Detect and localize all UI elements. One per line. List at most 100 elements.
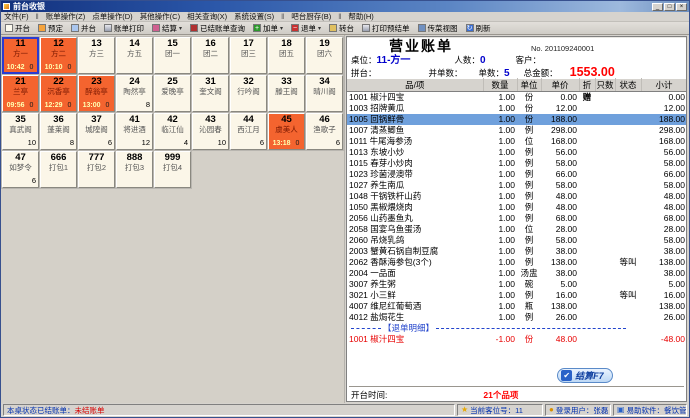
bill-item-row[interactable]: 1011 牛尾海参汤1.00位168.00168.00 <box>347 136 687 147</box>
table-button-24[interactable]: 24陶然亭8 <box>116 75 153 112</box>
item-unit: 例 <box>517 158 541 169</box>
table-button-43[interactable]: 43沁园春10 <box>192 113 229 150</box>
preprint-bill-button[interactable]: 打印预结单 <box>361 23 411 34</box>
table-button-14[interactable]: 14方五 <box>116 37 153 74</box>
merge-table-button[interactable]: 并台 <box>70 23 97 34</box>
settled-bills-query-button[interactable]: 已结账单查询 <box>189 23 246 34</box>
bill-item-row[interactable]: 3021 小三鲜1.00例16.00等叫16.00 <box>347 290 687 301</box>
bill-item-row[interactable]: 1007 清蒸鲫鱼1.00例298.00298.00 <box>347 125 687 136</box>
bill-item-row[interactable]: 1005 回锅鲜骨1.00份188.00188.00 <box>347 114 687 125</box>
item-price: 38.00 <box>541 268 579 279</box>
table-button-35[interactable]: 35真武阁10 <box>2 113 39 150</box>
item-qty: -1.00 <box>483 334 517 345</box>
add-order-button[interactable]: +加单▾ <box>252 23 284 34</box>
menu-item[interactable]: 文件(F) <box>4 11 29 22</box>
table-button-22[interactable]: 22沉香亭12:290 <box>40 75 77 112</box>
table-button-31[interactable]: 31奎文阁 <box>192 75 229 112</box>
refresh-button[interactable]: ↻刷新 <box>465 23 492 34</box>
table-button-18[interactable]: 18团五 <box>268 37 305 74</box>
bill-title: 营业账单 <box>389 39 453 54</box>
item-subtotal: 58.00 <box>641 158 687 169</box>
table-button-33[interactable]: 33滕王阁 <box>268 75 305 112</box>
table-button-46[interactable]: 46渔歌子6 <box>306 113 343 150</box>
bill-item-row[interactable]: 2003 蟹黄石锅自制豆腐1.00例38.0038.00 <box>347 246 687 257</box>
bill-item-row[interactable]: 1001 椒汁四宝-1.00份48.00-48.00 <box>347 334 687 345</box>
table-button-44[interactable]: 44西江月6 <box>230 113 267 150</box>
serve-view-button[interactable]: 传菜视图 <box>417 23 459 34</box>
item-status <box>615 268 641 279</box>
table-button-13[interactable]: 13方三 <box>78 37 115 74</box>
print-bill-button[interactable]: 账单打印 <box>103 23 145 34</box>
menu-item[interactable]: 系统设置(S) <box>234 11 274 22</box>
minimize-button-icon[interactable]: _ <box>652 3 663 11</box>
item-gift-flag <box>579 169 595 180</box>
item-price: 298.00 <box>541 125 579 136</box>
reserve-button[interactable]: 预定 <box>37 23 64 34</box>
table-button-21[interactable]: 21兰亭09:560 <box>2 75 39 112</box>
bill-item-row[interactable]: 3007 养生粥1.00碗5.005.00 <box>347 279 687 290</box>
menu-separator: ‖ <box>36 12 39 21</box>
bill-item-row[interactable]: 4007 维尼红葡萄酒1.00瓶138.00138.00 <box>347 301 687 312</box>
table-name: 打包2 <box>80 163 113 172</box>
item-price: 168.00 <box>541 136 579 147</box>
bill-info-row-2: 拼台： 并单数： 单数： 5 总金额： 1553.00 <box>347 66 686 78</box>
user-icon: ● <box>549 406 554 414</box>
menu-item[interactable]: 其他操作(C) <box>140 11 180 22</box>
return-order-button[interactable]: −退单▾ <box>290 23 322 34</box>
bill-item-row[interactable]: 1013 东坡小炒1.00例56.0056.00 <box>347 147 687 158</box>
menu-item[interactable]: 吧台厨存(B) <box>291 11 331 22</box>
menu-item[interactable]: 点单操作(D) <box>92 11 132 22</box>
table-number: 31 <box>194 77 227 87</box>
table-button-888[interactable]: 888打包3 <box>116 151 153 188</box>
menu-item[interactable]: 帮助(H) <box>348 11 373 22</box>
table-button-12[interactable]: 12方二10:100 <box>40 37 77 74</box>
table-button-777[interactable]: 777打包2 <box>78 151 115 188</box>
table-button-999[interactable]: 999打包4 <box>154 151 191 188</box>
bill-item-row[interactable]: 1048 干锅铁杆山药1.00例48.0048.00 <box>347 191 687 202</box>
table-button-666[interactable]: 666打包1 <box>40 151 77 188</box>
bill-item-row[interactable]: 1003 招牌黄瓜1.00份12.0012.00 <box>347 103 687 114</box>
item-count: 21个品项 <box>483 389 518 401</box>
bill-item-row[interactable]: 2004 一品面1.00汤盅38.0038.00 <box>347 268 687 279</box>
bill-item-row[interactable]: 2056 山药墨鱼丸1.00例68.0068.00 <box>347 213 687 224</box>
settle-menu-button[interactable]: 结算▾ <box>151 23 183 34</box>
bill-item-row[interactable]: 4012 盐焗花生1.00例26.0026.00 <box>347 312 687 323</box>
bill-item-row[interactable]: 2062 香酥海参包(3个)1.00例138.00等叫138.00 <box>347 257 687 268</box>
table-button-42[interactable]: 42临江仙4 <box>154 113 191 150</box>
table-button-11[interactable]: 11方一10:420 <box>2 37 39 74</box>
item-qty: 1.00 <box>483 114 517 125</box>
table-button-17[interactable]: 17团三 <box>230 37 267 74</box>
item-unit: 例 <box>517 312 541 323</box>
transfer-table-button[interactable]: 转台 <box>328 23 355 34</box>
bill-item-row[interactable]: 1015 春芽小炒肉1.00例58.0058.00 <box>347 158 687 169</box>
bill-item-row[interactable]: 1050 黑椒煨烧肉1.00例48.0048.00 <box>347 202 687 213</box>
table-button-36[interactable]: 36蓬莱阁8 <box>40 113 77 150</box>
table-button-15[interactable]: 15团一 <box>154 37 191 74</box>
close-button-icon[interactable]: × <box>676 3 687 11</box>
item-status: 等叫 <box>615 290 641 301</box>
open-table-button[interactable]: 开台 <box>4 23 31 34</box>
table-button-47[interactable]: 47如梦令6 <box>2 151 39 188</box>
maximize-button-icon[interactable]: □ <box>664 3 675 11</box>
bill-item-row[interactable]: 1023 珍菌浸澳带1.00例66.0066.00 <box>347 169 687 180</box>
bill-item-row[interactable]: 2058 国宴乌鱼蛋汤1.00位28.0028.00 <box>347 224 687 235</box>
table-button-41[interactable]: 41将进酒12 <box>116 113 153 150</box>
menu-item[interactable]: 账单操作(Z) <box>46 11 86 22</box>
menu-item[interactable]: 相关查询(X) <box>187 11 227 22</box>
bill-item-row[interactable]: 2060 吊烧乳鸽1.00例58.0058.00 <box>347 235 687 246</box>
table-button-37[interactable]: 37城隍阁6 <box>78 113 115 150</box>
bill-item-row[interactable]: 1027 养生南瓜1.00例58.0058.00 <box>347 180 687 191</box>
table-name: 城隍阁 <box>80 125 113 134</box>
table-button-34[interactable]: 34晴川阁 <box>306 75 343 112</box>
table-button-23[interactable]: 23醉翁亭13:000 <box>78 75 115 112</box>
table-button-19[interactable]: 19团六 <box>306 37 343 74</box>
table-button-45[interactable]: 45虞美人13:180 <box>268 113 305 150</box>
settle-button[interactable]: ✔ 结算F7 <box>557 368 613 383</box>
item-qty: 1.00 <box>483 268 517 279</box>
table-button-25[interactable]: 25爱晚亭 <box>154 75 191 112</box>
item-subtotal: 56.00 <box>641 147 687 158</box>
item-name: 4012 盐焗花生 <box>347 312 483 323</box>
table-button-16[interactable]: 16团二 <box>192 37 229 74</box>
table-button-32[interactable]: 32行吟阁 <box>230 75 267 112</box>
bill-item-row[interactable]: 1001 椒汁四宝1.00份0.00赠0.00 <box>347 92 687 104</box>
